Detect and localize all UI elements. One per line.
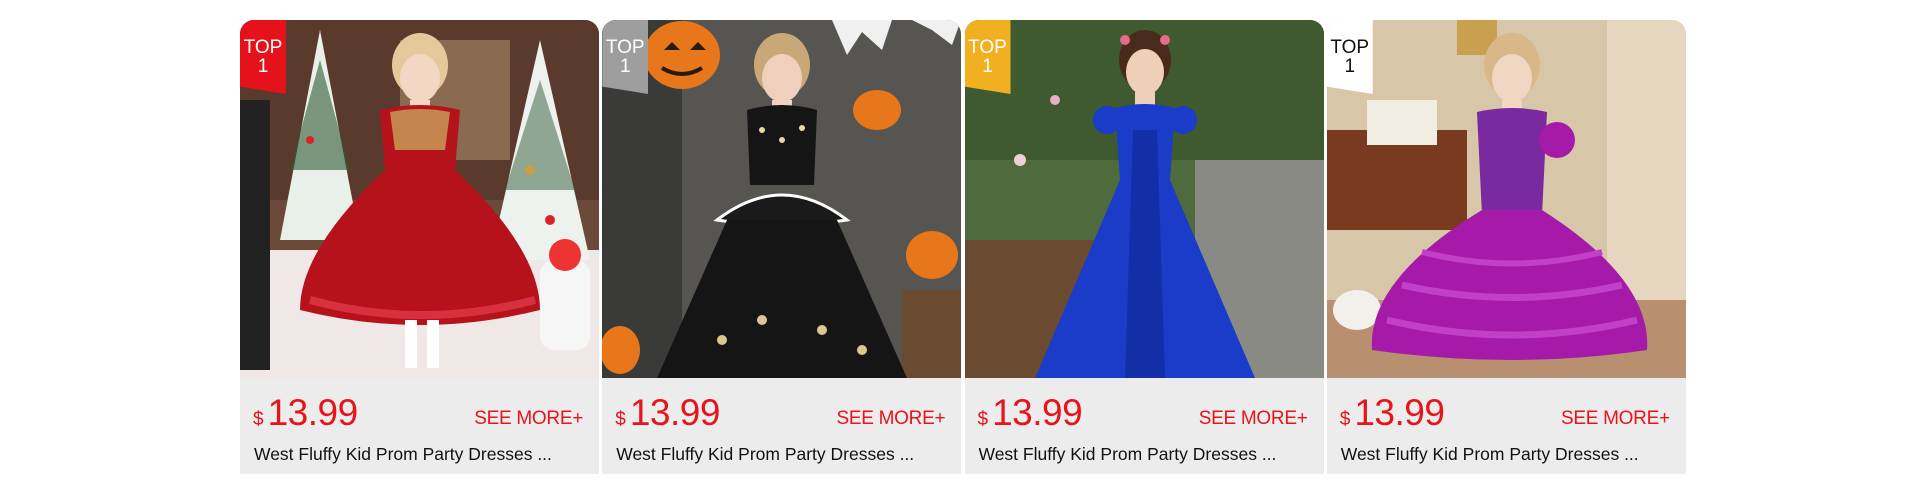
badge-text-top: TOP	[605, 37, 645, 58]
currency-symbol: $	[615, 409, 626, 430]
girl-blue-sequin-gown-garden-icon	[964, 20, 1324, 378]
price: $ 13.99	[1340, 392, 1445, 434]
top-badge: TOP 1	[240, 20, 286, 94]
product-image[interactable]	[964, 20, 1324, 378]
product-card[interactable]: TOP 1 $ 13.99 SEE MORE+ West Fluffy Kid …	[240, 20, 599, 480]
currency-symbol: $	[977, 409, 989, 430]
badge-text-top: TOP	[1330, 37, 1370, 58]
see-more-link[interactable]: SEE MORE+	[1561, 408, 1670, 430]
price: $ 13.99	[615, 392, 720, 434]
product-image[interactable]	[240, 20, 599, 378]
price-amount: 13.99	[629, 392, 721, 433]
badge-text-top: TOP	[968, 37, 1007, 58]
see-more-link[interactable]: SEE MORE+	[474, 408, 583, 430]
badge-text-rank: 1	[982, 56, 993, 77]
top-badge: TOP 1	[1326, 20, 1373, 94]
product-title[interactable]: West Fluffy Kid Prom Party Dresses ...	[616, 444, 951, 465]
product-info[interactable]: $ 13.99 SEE MORE+ West Fluffy Kid Prom P…	[240, 378, 599, 474]
price-amount: 13.99	[992, 392, 1083, 433]
product-info[interactable]: $ 13.99 SEE MORE+ West Fluffy Kid Prom P…	[602, 378, 962, 474]
badge-text-rank: 1	[257, 56, 269, 77]
see-more-link[interactable]: SEE MORE+	[837, 408, 946, 430]
badge-text-rank: 1	[1344, 56, 1356, 77]
product-title[interactable]: West Fluffy Kid Prom Party Dresses ...	[1341, 444, 1676, 465]
currency-symbol: $	[253, 409, 264, 430]
product-card[interactable]: TOP 1 $ 13.99 SEE MORE+ West Fluffy Kid …	[602, 20, 962, 480]
badge-text-rank: 1	[619, 56, 631, 77]
price: $ 13.99	[253, 392, 358, 434]
girl-purple-ruffle-dress-piano-icon	[1326, 20, 1686, 378]
product-info[interactable]: $ 13.99 SEE MORE+ West Fluffy Kid Prom P…	[1326, 378, 1686, 474]
girl-black-sequin-dress-halloween-pumpkin-icon	[602, 20, 962, 378]
see-more-link[interactable]: SEE MORE+	[1199, 408, 1308, 430]
top-badge: TOP 1	[964, 20, 1011, 94]
product-card[interactable]: TOP 1 $ 13.99 SEE MORE+ West Fluffy Kid …	[1326, 20, 1686, 480]
price: $ 13.99	[978, 392, 1083, 434]
product-image[interactable]	[602, 20, 962, 378]
top-badge: TOP 1	[602, 20, 649, 94]
product-title[interactable]: West Fluffy Kid Prom Party Dresses ...	[979, 444, 1314, 465]
product-image[interactable]	[1326, 20, 1686, 378]
girl-red-tutu-dress-christmas-tree-icon	[240, 20, 599, 378]
price-amount: 13.99	[267, 392, 359, 433]
product-title[interactable]: West Fluffy Kid Prom Party Dresses ...	[254, 444, 589, 465]
product-info[interactable]: $ 13.99 SEE MORE+ West Fluffy Kid Prom P…	[964, 378, 1324, 474]
price-amount: 13.99	[1354, 392, 1445, 433]
product-carousel: TOP 1 $ 13.99 SEE MORE+ West Fluffy Kid …	[240, 20, 1686, 480]
badge-text-top: TOP	[243, 37, 283, 58]
currency-symbol: $	[1339, 409, 1351, 430]
product-card[interactable]: TOP 1 $ 13.99 SEE MORE+ West Fluffy Kid …	[964, 20, 1324, 480]
